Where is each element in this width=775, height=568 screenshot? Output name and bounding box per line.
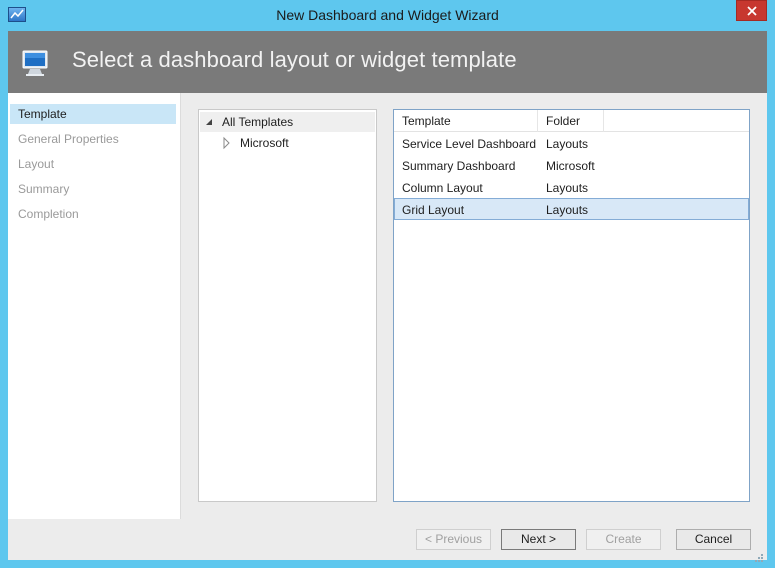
table-row-selected[interactable]: Grid Layout Layouts (394, 198, 749, 220)
table-row[interactable]: Summary Dashboard Microsoft (394, 155, 749, 177)
window-title: New Dashboard and Widget Wizard (276, 7, 499, 23)
template-cell: Grid Layout (402, 203, 465, 217)
step-completion[interactable]: Completion (10, 204, 176, 224)
template-folder-tree[interactable]: All Templates Microsoft (198, 109, 377, 502)
wizard-steps-pane: Template General Properties Layout Summa… (8, 93, 181, 519)
create-button[interactable]: Create (586, 529, 661, 550)
column-header-template[interactable]: Template (394, 110, 538, 132)
folder-cell: Layouts (546, 181, 589, 195)
folder-cell: Layouts (546, 137, 589, 151)
tree-node-microsoft[interactable]: Microsoft (200, 133, 375, 153)
tree-node-all-templates[interactable]: All Templates (200, 112, 375, 132)
column-header-folder[interactable]: Folder (538, 110, 604, 132)
folder-cell: Microsoft (546, 159, 595, 173)
template-cell: Column Layout (402, 181, 483, 195)
title-bar[interactable]: New Dashboard and Widget Wizard (0, 0, 775, 31)
next-button[interactable]: Next > (501, 529, 576, 550)
resize-grip-icon[interactable] (752, 553, 764, 565)
cancel-button[interactable]: Cancel (676, 529, 751, 550)
wizard-window: New Dashboard and Widget Wizard Select a… (0, 0, 775, 568)
tree-node-label: Microsoft (240, 136, 289, 150)
table-row[interactable]: Column Layout Layouts (394, 177, 749, 199)
template-cell: Summary Dashboard (402, 159, 516, 173)
close-icon (747, 6, 757, 16)
step-general-properties[interactable]: General Properties (10, 129, 176, 149)
previous-button[interactable]: < Previous (416, 529, 491, 550)
list-header: Template Folder (394, 110, 749, 132)
template-list[interactable]: Template Folder Service Level Dashboard … (393, 109, 750, 502)
collapsed-arrow-icon[interactable] (222, 133, 232, 153)
close-button[interactable] (736, 0, 767, 21)
step-template[interactable]: Template (10, 104, 176, 124)
wizard-header: Select a dashboard layout or widget temp… (8, 31, 767, 93)
monitor-icon (22, 50, 48, 76)
table-row[interactable]: Service Level Dashboard Layouts (394, 133, 749, 155)
template-cell: Service Level Dashboard (402, 137, 537, 151)
step-layout[interactable]: Layout (10, 154, 176, 174)
folder-cell: Layouts (546, 203, 589, 217)
expanded-arrow-icon[interactable] (204, 112, 214, 132)
step-summary[interactable]: Summary (10, 179, 176, 199)
page-title: Select a dashboard layout or widget temp… (72, 47, 517, 72)
tree-node-label: All Templates (222, 115, 294, 129)
wizard-content: Template General Properties Layout Summa… (8, 93, 767, 560)
